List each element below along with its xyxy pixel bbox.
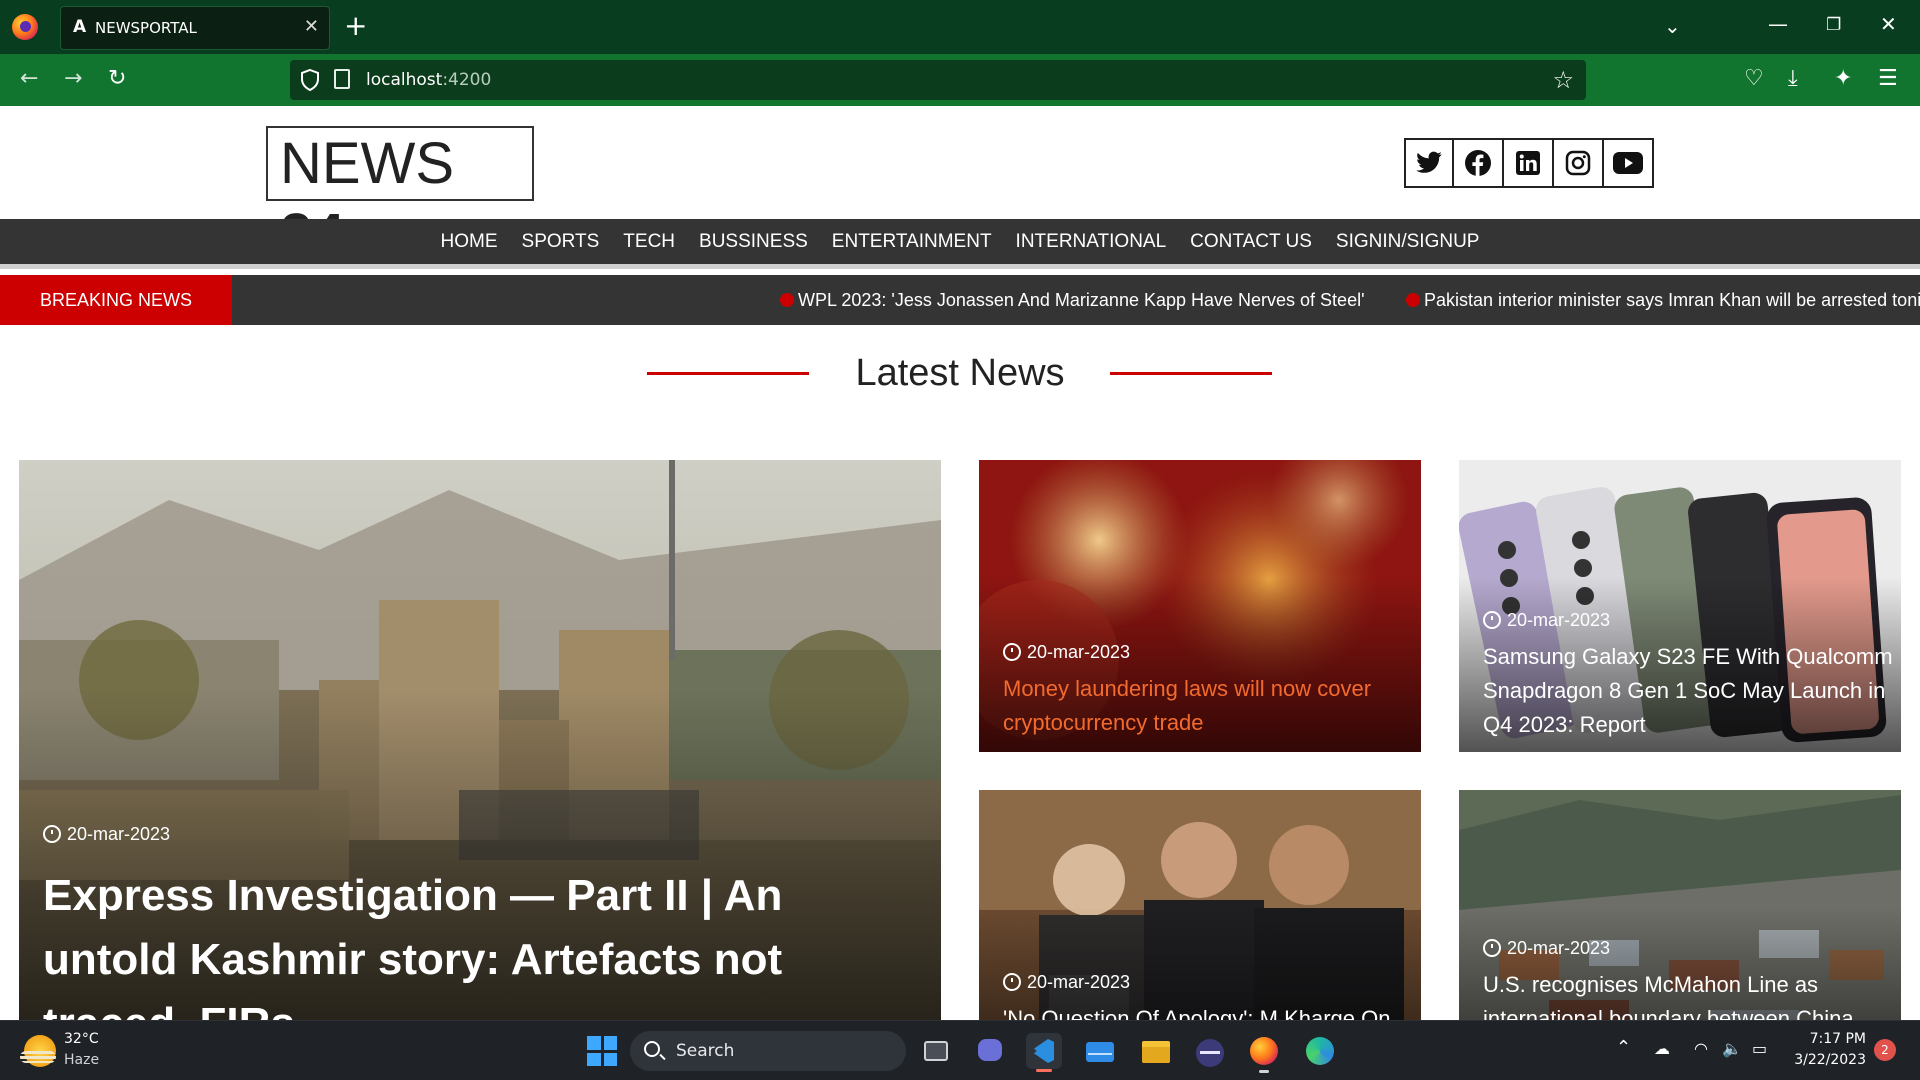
close-window-button[interactable]: ✕ — [1880, 12, 1897, 36]
news-card-featured[interactable]: 20-mar-2023 Express Investigation — Part… — [19, 460, 941, 1020]
address-bar[interactable]: localhost:4200 ☆ — [290, 60, 1586, 100]
nav-tech[interactable]: TECH — [623, 231, 675, 253]
search-icon — [644, 1041, 660, 1057]
main-nav: HOME SPORTS TECH BUSSINESS ENTERTAINMENT… — [0, 219, 1920, 269]
download-icon[interactable]: ⤓ — [1788, 66, 1798, 91]
section-title: Latest News — [855, 352, 1065, 394]
news-card[interactable]: 20-mar-2023 U.S. recognises McMahon Line… — [1459, 790, 1901, 1020]
card-date: 20-mar-2023 — [1483, 610, 1610, 631]
bullet-dot-icon — [1406, 292, 1420, 307]
minimize-button[interactable]: — — [1768, 12, 1788, 36]
onedrive-icon[interactable]: ☁ — [1654, 1039, 1670, 1058]
url-text[interactable]: localhost:4200 — [366, 70, 491, 90]
show-hidden-icons-chevron-icon[interactable]: ⌃ — [1616, 1037, 1631, 1058]
browser-tab-active[interactable]: A NEWSPORTAL ✕ — [60, 6, 330, 50]
app-launcher-icon[interactable] — [1192, 1033, 1228, 1069]
nav-international[interactable]: INTERNATIONAL — [1016, 231, 1167, 253]
news-card[interactable]: 20-mar-2023 'No Question Of Apology': M … — [979, 790, 1421, 1020]
breaking-news-bar: BREAKING NEWS WPL 2023: 'Jess Jonassen A… — [0, 275, 1920, 325]
shield-icon[interactable] — [300, 68, 320, 92]
mail-icon[interactable] — [1082, 1033, 1118, 1069]
clock-icon — [1003, 972, 1021, 991]
list-tabs-chevron-icon[interactable]: ⌄ — [1664, 14, 1681, 38]
firefox-icon[interactable] — [12, 14, 38, 40]
menu-hamburger-icon[interactable]: ☰ — [1878, 66, 1898, 91]
volume-icon[interactable]: 🔈 — [1722, 1039, 1742, 1058]
battery-icon[interactable]: ▭ — [1752, 1039, 1767, 1058]
browser-tab-bar: A NEWSPORTAL ✕ + ⌄ — ❐ ✕ — [0, 0, 1920, 54]
linkedin-icon[interactable] — [1504, 138, 1554, 188]
card-title[interactable]: Express Investigation — Part II | An unt… — [43, 864, 923, 1020]
bullet-dot-icon — [780, 292, 794, 307]
clock-icon — [1483, 938, 1501, 957]
wifi-icon[interactable]: ◠ — [1694, 1039, 1708, 1058]
facebook-icon[interactable] — [1454, 138, 1504, 188]
twitter-icon[interactable] — [1404, 138, 1454, 188]
clock-icon — [1483, 610, 1501, 629]
tab-title: NEWSPORTAL — [95, 19, 197, 37]
news-card[interactable]: 20-mar-2023 Money laundering laws will n… — [979, 460, 1421, 752]
card-date: 20-mar-2023 — [1483, 938, 1610, 959]
card-date: 20-mar-2023 — [1003, 642, 1130, 663]
firefox-taskbar-icon[interactable] — [1246, 1033, 1282, 1073]
browser-toolbar: ← → ↻ localhost:4200 ☆ ♡ ⤓ ✦ ☰ — [0, 54, 1920, 106]
section-divider-right — [1110, 372, 1272, 375]
card-title[interactable]: Samsung Galaxy S23 FE With Qualcomm Snap… — [1483, 640, 1893, 742]
windows-taskbar: 32°C Haze Search ⌃ ☁ ◠ 🔈 ▭ 7:17 PM 3/22/… — [0, 1020, 1920, 1080]
pocket-icon[interactable]: ♡ — [1744, 66, 1764, 91]
nav-sports[interactable]: SPORTS — [522, 231, 600, 253]
new-tab-button[interactable]: + — [344, 8, 367, 44]
breaking-news-item[interactable]: Pakistan interior minister says Imran Kh… — [1406, 275, 1920, 325]
bookmark-star-icon[interactable]: ☆ — [1552, 66, 1574, 94]
news-card[interactable]: 20-mar-2023 Samsung Galaxy S23 FE With Q… — [1459, 460, 1901, 752]
taskbar-date[interactable]: 3/22/2023 — [1790, 1052, 1866, 1068]
web-page: NEWS 24 HOME SPORTS TECH BUSSINESS ENTER… — [0, 106, 1920, 1020]
tab-close-icon[interactable]: ✕ — [304, 16, 319, 37]
page-icon — [334, 69, 350, 89]
breaking-news-item[interactable]: WPL 2023: 'Jess Jonassen And Marizanne K… — [780, 275, 1365, 325]
task-view-icon[interactable] — [918, 1033, 954, 1069]
card-date: 20-mar-2023 — [1003, 972, 1130, 993]
windows-start-icon[interactable] — [584, 1033, 620, 1069]
angular-icon: A — [73, 17, 87, 37]
weather-description[interactable]: Haze — [64, 1052, 99, 1068]
nav-signin-signup[interactable]: SIGNIN/SIGNUP — [1336, 231, 1480, 253]
back-arrow-icon[interactable]: ← — [20, 66, 38, 91]
social-links — [1404, 138, 1654, 188]
clock-icon — [43, 824, 61, 843]
breaking-news-label: BREAKING NEWS — [0, 275, 232, 325]
clock-icon — [1003, 642, 1021, 661]
weather-haze-icon[interactable] — [20, 1035, 56, 1067]
notification-badge[interactable]: 2 — [1874, 1039, 1896, 1061]
taskbar-time[interactable]: 7:17 PM — [1800, 1031, 1866, 1047]
instagram-icon[interactable] — [1554, 138, 1604, 188]
card-title[interactable]: 'No Question Of Apology': M Kharge On — [1003, 1002, 1413, 1020]
youtube-icon[interactable] — [1604, 138, 1654, 188]
taskbar-search[interactable]: Search — [630, 1031, 906, 1071]
forward-arrow-icon[interactable]: → — [64, 66, 82, 91]
restore-button[interactable]: ❐ — [1826, 15, 1841, 35]
file-explorer-icon[interactable] — [1138, 1033, 1174, 1069]
nav-entertainment[interactable]: ENTERTAINMENT — [832, 231, 992, 253]
extensions-icon[interactable]: ✦ — [1834, 66, 1852, 91]
weather-temperature[interactable]: 32°C — [64, 1031, 99, 1047]
reload-icon[interactable]: ↻ — [108, 66, 126, 91]
card-title[interactable]: U.S. recognises McMahon Line as internat… — [1483, 968, 1893, 1020]
nav-contact-us[interactable]: CONTACT US — [1190, 231, 1312, 253]
vscode-icon[interactable] — [1026, 1033, 1062, 1072]
card-date: 20-mar-2023 — [43, 824, 170, 845]
card-title[interactable]: Money laundering laws will now cover cry… — [1003, 672, 1403, 740]
search-placeholder: Search — [676, 1041, 735, 1061]
nav-home[interactable]: HOME — [441, 231, 498, 253]
teams-chat-icon[interactable] — [972, 1033, 1008, 1069]
site-logo[interactable]: NEWS 24 — [266, 126, 534, 267]
nav-business[interactable]: BUSSINESS — [699, 231, 808, 253]
edge-icon[interactable] — [1302, 1033, 1338, 1069]
